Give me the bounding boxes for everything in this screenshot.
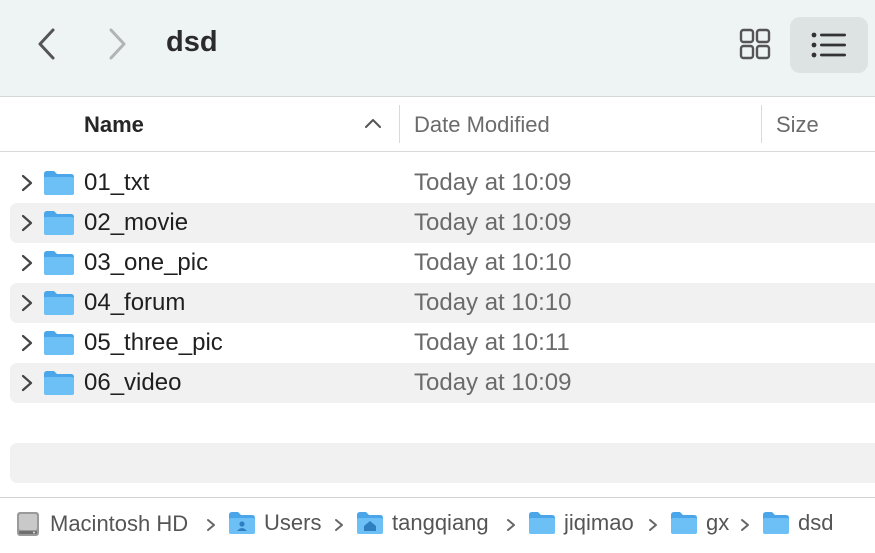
file-name: 01_txt	[84, 169, 150, 196]
toolbar: dsd	[0, 0, 875, 97]
folder-icon	[44, 211, 74, 235]
column-divider[interactable]	[761, 105, 762, 143]
sort-ascending-icon[interactable]	[364, 116, 382, 130]
path-item-label: Users	[264, 510, 322, 535]
file-name: 05_three_pic	[84, 329, 223, 356]
file-name: 02_movie	[84, 209, 189, 236]
disclosure-chevron-icon[interactable]	[20, 293, 34, 313]
window-title: dsd	[166, 26, 218, 58]
hard-drive-icon	[17, 512, 39, 536]
folder-icon	[529, 512, 555, 534]
grid-view-icon	[739, 28, 771, 60]
file-name: 06_video	[84, 369, 182, 396]
folder-icon	[44, 331, 74, 355]
folder-icon	[44, 171, 74, 195]
file-name: 04_forum	[84, 289, 186, 316]
disclosure-chevron-icon[interactable]	[20, 333, 34, 353]
path-separator-icon	[741, 519, 749, 531]
path-item-label: gx	[706, 510, 730, 535]
path-item-users[interactable]: Users	[228, 510, 321, 536]
path-item-label: tangqiang	[392, 510, 489, 535]
file-row-01-txt[interactable]: 01_txt Today at 10:09	[10, 163, 875, 203]
path-item-dsd[interactable]: dsd	[762, 510, 833, 536]
list-view-icon	[811, 32, 846, 58]
path-separator-icon	[335, 519, 343, 531]
path-separator-icon	[507, 519, 515, 531]
date-modified: Today at 10:09	[414, 369, 572, 396]
file-row-02-movie[interactable]: 02_movie Today at 10:09	[10, 203, 875, 243]
forward-button[interactable]	[98, 22, 138, 66]
date-modified: Today at 10:11	[414, 329, 570, 356]
path-bar: Macintosh HD Users tangqiang jiqimao gx …	[0, 497, 875, 553]
grid-view-button[interactable]	[733, 22, 777, 66]
disclosure-chevron-icon[interactable]	[20, 213, 34, 233]
path-item-label: Macintosh HD	[50, 511, 189, 536]
folder-icon	[44, 251, 74, 275]
date-modified-column-header[interactable]: Date Modified	[414, 112, 550, 138]
path-item-tangqiang[interactable]: tangqiang	[356, 510, 489, 536]
path-item-label: jiqimao	[564, 510, 634, 535]
folder-icon	[671, 512, 697, 534]
path-item-label: dsd	[798, 510, 834, 535]
file-name: 03_one_pic	[84, 249, 209, 276]
file-row-03-one-pic[interactable]: 03_one_pic Today at 10:10	[10, 243, 875, 283]
date-modified: Today at 10:10	[414, 249, 572, 276]
file-list: 01_txt Today at 10:09 02_movie Today at …	[10, 163, 875, 403]
date-modified: Today at 10:09	[414, 169, 572, 196]
path-item-jiqimao[interactable]: jiqimao	[528, 510, 634, 536]
empty-row-stripe	[10, 443, 875, 483]
folder-icon	[763, 512, 789, 534]
file-row-06-video[interactable]: 06_video Today at 10:09	[10, 363, 875, 403]
column-divider[interactable]	[399, 105, 400, 143]
size-column-header[interactable]: Size	[776, 112, 819, 138]
list-view-button[interactable]	[790, 17, 868, 73]
file-row-04-forum[interactable]: 04_forum Today at 10:10	[10, 283, 875, 323]
back-button[interactable]	[26, 22, 66, 66]
date-modified: Today at 10:09	[414, 209, 572, 236]
date-modified: Today at 10:10	[414, 289, 572, 316]
chevron-right-icon	[109, 28, 126, 60]
folder-icon	[44, 371, 74, 395]
file-row-05-three-pic[interactable]: 05_three_pic Today at 10:11	[10, 323, 875, 363]
disclosure-chevron-icon[interactable]	[20, 173, 34, 193]
path-separator-icon	[649, 519, 657, 531]
users-folder-icon	[229, 512, 255, 534]
column-header: Name Date Modified Size	[0, 98, 875, 152]
name-column-header[interactable]: Name	[84, 112, 144, 138]
chevron-left-icon	[38, 28, 55, 60]
disclosure-chevron-icon[interactable]	[20, 253, 34, 273]
path-item-gx[interactable]: gx	[670, 510, 729, 536]
path-item-macintosh-hd[interactable]: Macintosh HD	[14, 510, 188, 538]
folder-icon	[44, 291, 74, 315]
path-separator-icon	[207, 519, 215, 531]
home-folder-icon	[357, 512, 383, 534]
disclosure-chevron-icon[interactable]	[20, 373, 34, 393]
